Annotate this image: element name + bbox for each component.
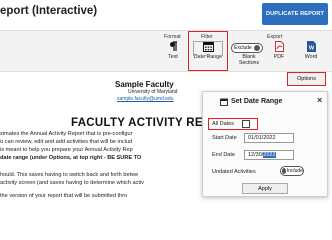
- format-group-label: Format: [164, 34, 181, 40]
- dialog-title: Set Date Range: [231, 98, 283, 105]
- faculty-affiliation: University of Maryland: [128, 89, 178, 95]
- end-date-prefix: 12/30/: [248, 152, 264, 158]
- duplicate-report-button[interactable]: DUPLICATE REPORT: [262, 3, 328, 25]
- word-icon: W: [306, 41, 316, 52]
- word-label: Word: [304, 54, 318, 60]
- export-word-button[interactable]: W Word: [302, 41, 320, 60]
- report-line: is meant to help you prepare your Annual…: [0, 147, 133, 153]
- report-line: ximates the Annual Activity Report that …: [0, 131, 133, 137]
- report-line: date range (under Options, at top right …: [0, 155, 142, 161]
- report-line: u can review, edit and add activities th…: [0, 139, 133, 145]
- exclude-blank-sections-toggle[interactable]: Exclude: [231, 43, 263, 53]
- filter-highlight: [188, 31, 228, 71]
- all-dates-label: All Dates: [212, 121, 235, 127]
- blank-sections-line2: Sections: [238, 60, 260, 66]
- end-date-input[interactable]: 12/30/2022: [244, 150, 294, 160]
- options-button[interactable]: Options: [287, 72, 326, 86]
- faculty-email-link[interactable]: sample.faculty@umd.edu: [117, 96, 174, 102]
- toggle-knob: [253, 45, 260, 51]
- exclude-label: Exclude: [234, 45, 252, 51]
- start-date-label: Start Date: [212, 135, 237, 141]
- text-format-button[interactable]: Text: [164, 41, 182, 60]
- export-pdf-button[interactable]: PDF: [271, 41, 287, 60]
- include-label: Include: [286, 168, 303, 174]
- pdf-icon: [274, 41, 284, 52]
- export-group-label: Export: [267, 34, 283, 40]
- toolbar: Format Filter Export Text Date Range Bla…: [0, 30, 332, 72]
- report-line: the version of your report that will be …: [0, 193, 128, 199]
- end-date-label: End Date: [212, 152, 235, 158]
- pdf-label: PDF: [273, 54, 285, 60]
- page-title: eport (Interactive): [0, 5, 98, 17]
- set-date-range-dialog: Set Date Range × All Dates Start Date 01…: [202, 91, 328, 197]
- end-date-selected-year: 2022: [263, 152, 276, 158]
- svg-text:W: W: [308, 46, 314, 52]
- apply-button[interactable]: Apply: [242, 183, 288, 194]
- undated-activities-toggle[interactable]: Include: [280, 166, 304, 176]
- calendar-icon: [220, 98, 228, 106]
- report-line: activity screen (and saves having to det…: [0, 180, 144, 186]
- all-dates-checkbox[interactable]: [242, 120, 250, 128]
- close-icon[interactable]: ×: [317, 96, 322, 105]
- faculty-name: Sample Faculty: [115, 80, 174, 89]
- pilcrow-icon: [169, 41, 177, 51]
- start-date-input[interactable]: 01/01/2022: [244, 133, 294, 143]
- report-line: hould. This saves having to switch back …: [0, 172, 139, 178]
- undated-activities-label: Undated Activities: [212, 169, 256, 175]
- toggle-knob: [282, 168, 286, 174]
- blank-sections-label: Blank Sections: [235, 54, 263, 66]
- text-format-label: Text: [168, 54, 178, 60]
